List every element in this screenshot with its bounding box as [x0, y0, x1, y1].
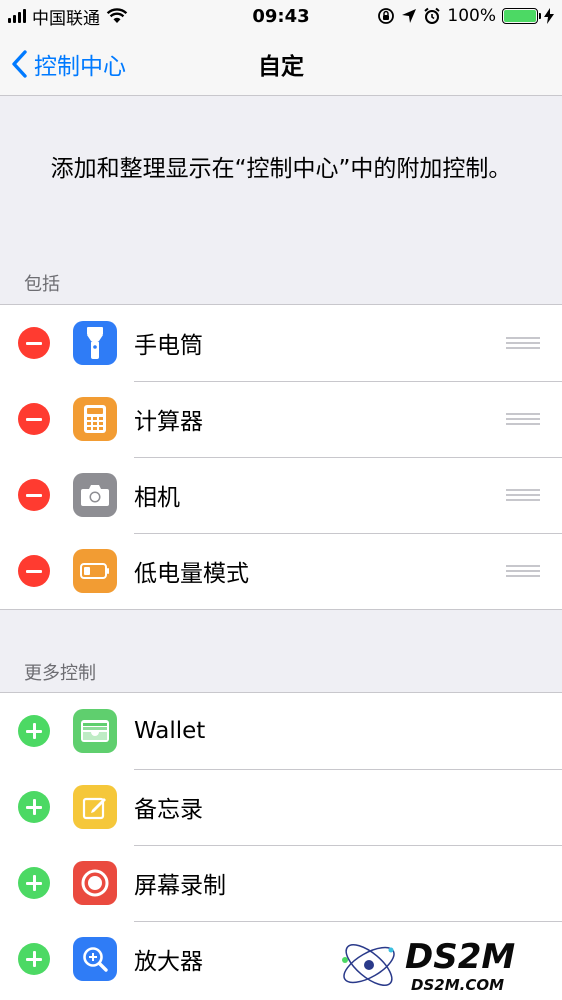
list-item: 手电筒 [0, 305, 562, 381]
battery-icon [502, 8, 541, 24]
remove-button[interactable] [18, 555, 50, 587]
alarm-icon [424, 7, 441, 24]
status-bar: 中国联通 09:43 100% [0, 0, 562, 32]
location-arrow-icon [402, 9, 417, 23]
back-button-label: 控制中心 [34, 54, 126, 80]
remove-button[interactable] [18, 327, 50, 359]
svg-text:DS2M.COM: DS2M.COM [411, 976, 504, 994]
battery-percent: 100% [447, 6, 496, 26]
description-text: 添加和整理显示在“控制中心”中的附加控制。 [50, 156, 512, 182]
add-button[interactable] [18, 867, 50, 899]
notes-icon [73, 785, 117, 829]
included-list: 手电筒 计算器 相机 低电量模式 [0, 304, 562, 610]
remove-button[interactable] [18, 479, 50, 511]
signal-strength-icon [8, 9, 26, 23]
reorder-handle[interactable] [506, 489, 540, 502]
carrier-name: 中国联通 [32, 8, 100, 29]
reorder-handle[interactable] [506, 337, 540, 350]
list-item: 计算器 [0, 381, 562, 457]
list-item: Wallet [0, 693, 562, 769]
item-label: 相机 [134, 485, 180, 511]
reorder-handle[interactable] [506, 413, 540, 426]
list-item: 备忘录 [0, 769, 562, 845]
item-label: 低电量模式 [134, 561, 249, 587]
remove-button[interactable] [18, 403, 50, 435]
section-header-included: 包括 [24, 274, 60, 295]
list-item: 屏幕录制 [0, 845, 562, 921]
rotation-lock-icon [378, 8, 395, 24]
list-item: 低电量模式 [0, 533, 562, 609]
list-item: 相机 [0, 457, 562, 533]
flashlight-icon [73, 321, 117, 365]
camera-icon [73, 473, 117, 517]
item-label: 备忘录 [134, 797, 203, 823]
screen-record-icon [73, 861, 117, 905]
item-label: Wallet [134, 718, 206, 744]
charging-bolt-icon [544, 8, 554, 24]
status-right: 100% [377, 0, 554, 32]
magnifier-icon [73, 937, 117, 981]
svg-text:DS2M: DS2M [405, 937, 515, 977]
section-header-more: 更多控制 [24, 663, 96, 684]
calculator-icon [73, 397, 117, 441]
item-label: 放大器 [134, 949, 203, 975]
add-button[interactable] [18, 791, 50, 823]
add-button[interactable] [18, 715, 50, 747]
item-label: 手电筒 [134, 333, 203, 359]
ds2m-watermark-logo: DS2M DS2M.COM [342, 937, 515, 994]
item-label: 计算器 [134, 409, 203, 435]
status-time: 09:43 [252, 5, 310, 27]
wifi-icon [106, 8, 128, 23]
status-left: 中国联通 [8, 0, 128, 32]
back-button[interactable]: 控制中心 [12, 32, 126, 96]
wallet-icon [73, 709, 117, 753]
low-power-battery-icon [73, 549, 117, 593]
navigation-bar: 控制中心 自定 [0, 32, 562, 96]
item-label: 屏幕录制 [134, 873, 226, 899]
page-title: 自定 [258, 54, 304, 80]
reorder-handle[interactable] [506, 565, 540, 578]
chevron-left-icon [12, 50, 27, 78]
add-button[interactable] [18, 943, 50, 975]
